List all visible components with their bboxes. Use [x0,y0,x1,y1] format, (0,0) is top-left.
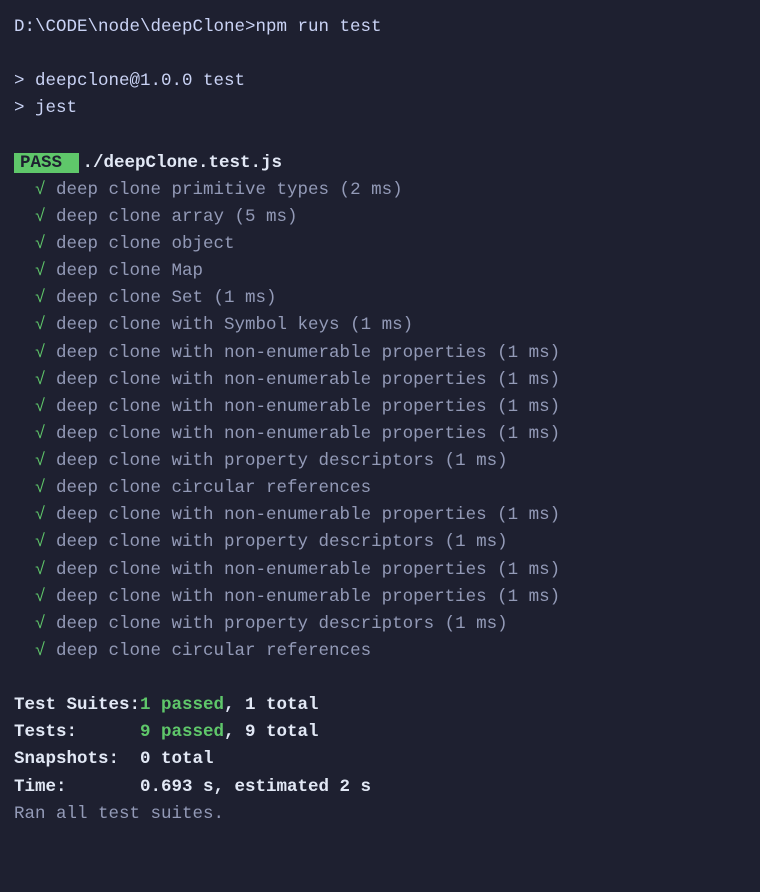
test-label: deep clone with Symbol keys (1 ms) [56,315,413,335]
blank-line [14,665,746,692]
test-label: deep clone with non-enumerable propertie… [56,370,560,390]
test-label: deep clone object [56,234,235,254]
test-item: √ deep clone with property descriptors (… [14,448,746,475]
check-icon: √ [35,532,56,552]
test-list: √ deep clone primitive types (2 ms)√ dee… [14,177,746,665]
check-icon: √ [35,424,56,444]
check-icon: √ [35,641,56,661]
summary-label: Snapshots: [14,746,140,773]
summary-label: Time: [14,774,140,801]
test-item: √ deep clone with non-enumerable propert… [14,584,746,611]
test-item: √ deep clone with property descriptors (… [14,529,746,556]
test-item: √ deep clone with non-enumerable propert… [14,367,746,394]
test-item: √ deep clone Set (1 ms) [14,285,746,312]
check-icon: √ [35,207,56,227]
summary-test-suites: Test Suites:1 passed, 1 total [14,692,746,719]
test-label: deep clone with non-enumerable propertie… [56,560,560,580]
check-icon: √ [35,397,56,417]
test-item: √ deep clone Map [14,258,746,285]
test-label: deep clone circular references [56,641,371,661]
test-label: deep clone with non-enumerable propertie… [56,505,560,525]
check-icon: √ [35,614,56,634]
test-label: deep clone with non-enumerable propertie… [56,343,560,363]
test-label: deep clone circular references [56,478,371,498]
test-item: √ deep clone with Symbol keys (1 ms) [14,312,746,339]
test-label: deep clone Map [56,261,203,281]
summary-label: Test Suites: [14,692,140,719]
check-icon: √ [35,505,56,525]
test-item: √ deep clone with property descriptors (… [14,611,746,638]
pass-badge: PASS [14,153,79,173]
summary-total: , 9 total [224,722,319,742]
test-item: √ deep clone primitive types (2 ms) [14,177,746,204]
test-file-line: PASS ./deepClone.test.js [14,150,746,177]
test-label: deep clone primitive types (2 ms) [56,180,403,200]
check-icon: √ [35,587,56,607]
test-item: √ deep clone circular references [14,475,746,502]
test-label: deep clone array (5 ms) [56,207,298,227]
check-icon: √ [35,560,56,580]
summary-value: 0.693 s, estimated 2 s [140,777,371,797]
check-icon: √ [35,261,56,281]
check-icon: √ [35,288,56,308]
test-label: deep clone with property descriptors (1 … [56,532,508,552]
test-label: deep clone with property descriptors (1 … [56,614,508,634]
test-item: √ deep clone with non-enumerable propert… [14,394,746,421]
check-icon: √ [35,478,56,498]
script-header-2: > jest [14,95,746,122]
summary-passed: 1 passed [140,695,224,715]
summary-passed: 9 passed [140,722,224,742]
summary-value: 0 total [140,749,214,769]
test-item: √ deep clone with non-enumerable propert… [14,502,746,529]
blank-line [14,41,746,68]
test-label: deep clone with non-enumerable propertie… [56,424,560,444]
test-item: √ deep clone with non-enumerable propert… [14,340,746,367]
check-icon: √ [35,180,56,200]
test-item: √ deep clone with non-enumerable propert… [14,557,746,584]
command-prompt: D:\CODE\node\deepClone>npm run test [14,14,746,41]
summary-snapshots: Snapshots:0 total [14,746,746,773]
test-item: √ deep clone array (5 ms) [14,204,746,231]
test-item: √ deep clone with non-enumerable propert… [14,421,746,448]
test-item: √ deep clone circular references [14,638,746,665]
check-icon: √ [35,343,56,363]
test-label: deep clone with non-enumerable propertie… [56,587,560,607]
test-item: √ deep clone object [14,231,746,258]
check-icon: √ [35,315,56,335]
summary-label: Tests: [14,719,140,746]
blank-line [14,123,746,150]
test-label: deep clone with non-enumerable propertie… [56,397,560,417]
script-header-1: > deepclone@1.0.0 test [14,68,746,95]
test-label: deep clone Set (1 ms) [56,288,277,308]
check-icon: √ [35,451,56,471]
test-label: deep clone with property descriptors (1 … [56,451,508,471]
summary-time: Time:0.693 s, estimated 2 s [14,774,746,801]
test-file-name: ./deepClone.test.js [83,153,283,173]
summary-total: , 1 total [224,695,319,715]
summary-tests: Tests:9 passed, 9 total [14,719,746,746]
check-icon: √ [35,234,56,254]
check-icon: √ [35,370,56,390]
ran-all-tests: Ran all test suites. [14,801,746,828]
